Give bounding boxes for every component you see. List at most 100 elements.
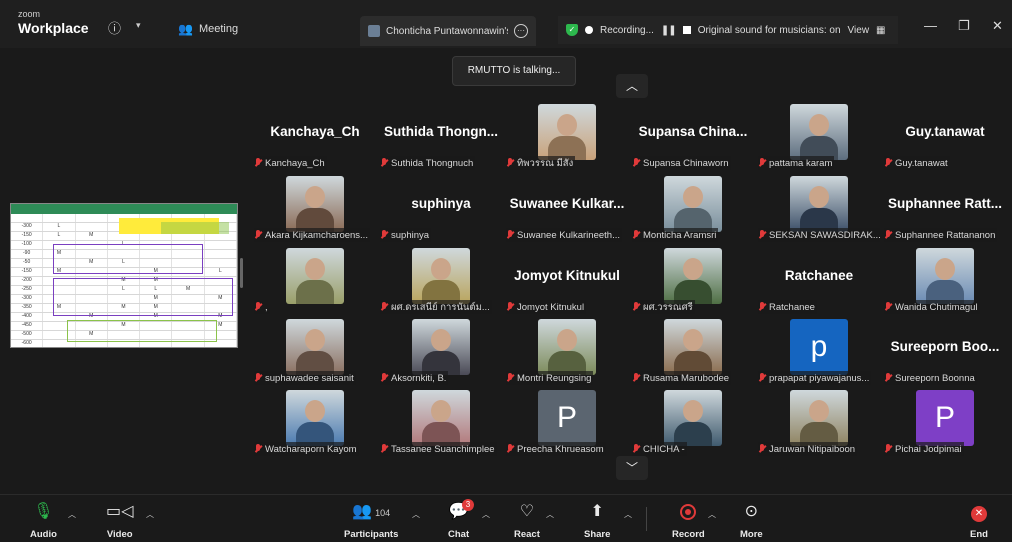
chevron-up-icon[interactable]: ︿ [412,509,420,520]
participant-tile[interactable]: Rusama Marubodee [632,319,754,385]
mic-muted-icon [884,373,892,383]
mic-muted-icon [254,373,262,383]
participant-video [286,176,344,232]
mic-muted-icon [254,158,262,168]
participant-tile[interactable]: ทิพวรรณ มีสัง [506,104,628,170]
chevron-up-icon[interactable]: ︿ [68,509,76,520]
participant-tile[interactable]: ผศ.ดรเสนีย์ การนันต์ม... [380,248,502,314]
chat-button[interactable]: 💬 3 Chat [448,499,474,540]
mic-muted-icon [758,373,766,383]
participant-name: , [265,301,268,313]
brand-small: zoom [18,9,41,19]
mic-muted-icon [884,158,892,168]
status-bar: ✓ Recording... ❚❚ Original sound for mus… [558,16,898,44]
participant-tile[interactable]: suphawadee saisanit [254,319,376,385]
shared-screen-thumbnail[interactable]: -300 L -150 L M -100 L -90 M -50 M L -150 M M L -200 M M -2… [10,203,238,348]
participant-tile[interactable]: Suthida Thongn... Suthida Thongnuch [380,104,502,170]
participant-tile[interactable]: Sureeporn Boo... Sureeporn Boonna [884,319,1006,385]
spreadsheet-cell: -400 [11,313,44,321]
chevron-up-icon[interactable]: ︿ [708,509,716,520]
participant-display-name: suphinya [411,196,471,211]
participant-tile[interactable]: Akara Kijkamcharoens... [254,176,376,242]
participant-tile[interactable]: Wanida Chutimagul [884,248,1006,314]
participant-tile[interactable]: Aksornkiti, B. [380,319,502,385]
spreadsheet-cell: -100 [11,241,44,249]
participant-tile[interactable]: Tassanee Suanchimplee [380,390,502,456]
heart-icon: ♡ [519,503,535,520]
chevron-up-icon[interactable]: ︿ [146,509,154,520]
meeting-toolbar: 🎙 Audio ︿ ▭◁ Video ︿ 👥 104 Participants ︿… [0,494,1012,542]
participant-tile[interactable]: Watcharaporn Kayom [254,390,376,456]
participant-video [916,248,974,304]
share-button[interactable]: ⬆ Share [584,501,610,540]
gallery-up-button[interactable]: ︿ [616,74,648,98]
participant-tile[interactable]: CHICHA - [632,390,754,456]
mic-muted-icon [758,302,766,312]
pause-icon[interactable]: ❚❚ [661,25,677,36]
participant-name-label: prapapat piyawajanus... [758,371,872,385]
participant-tile[interactable]: Suphannee Ratt... Suphannee Rattananon [884,176,1006,242]
participant-name-label: Suphannee Rattananon [884,228,998,242]
chevron-up-icon: ︿ [625,79,638,93]
video-button[interactable]: ▭◁ Video [106,501,133,540]
participant-name-label: CHICHA - [632,442,687,456]
participant-name-label: ผศ.ดรเสนีย์ การนันต์ม... [380,300,492,314]
zoom-logo: zoom Workplace [18,9,89,36]
mic-muted-icon [632,302,640,312]
spreadsheet-cell: -350 [11,304,44,312]
participant-tile[interactable]: Jaruwan Nitipaiboon [758,390,880,456]
participant-name-label: Sureeporn Boonna [884,371,977,385]
more-button[interactable]: ⊙ More [740,501,763,540]
participant-tile[interactable]: ผศ.วรรณศรี [632,248,754,314]
participant-tile[interactable]: Ratchanee Ratchanee [758,248,880,314]
more-options-icon[interactable]: ··· [514,24,528,38]
participant-tile[interactable]: suphinya suphinya [380,176,502,242]
close-icon[interactable]: ✕ [992,18,1003,34]
participant-tile[interactable]: p prapapat piyawajanus... [758,319,880,385]
info-icon[interactable]: ⓘ [108,18,121,37]
meeting-menu[interactable]: 👥 Meeting [178,22,238,36]
minimize-icon[interactable]: — [924,18,937,33]
gallery-down-button[interactable]: ﹀ [616,456,648,480]
chevron-down-icon[interactable]: ▾ [136,20,141,31]
participant-name-label: Jaruwan Nitipaiboon [758,442,858,456]
participant-tile[interactable]: Supansa China... Supansa Chinaworn [632,104,754,170]
record-button[interactable]: Record [672,501,705,540]
participant-tile[interactable]: , [254,248,376,314]
participants-button[interactable]: 👥 104 Participants [344,501,398,540]
chevron-up-icon[interactable]: ︿ [482,509,490,520]
view-button[interactable]: View [848,25,870,36]
participant-tile[interactable]: Kanchaya_Ch Kanchaya_Ch [254,104,376,170]
participant-tile[interactable]: Suwanee Kulkar... Suwanee Kulkarineeth... [506,176,628,242]
shield-icon[interactable]: ✓ [566,24,578,36]
screen-share-tab[interactable]: Chonticha Puntawonnawin's s ··· [360,16,536,46]
mic-muted-icon [758,158,766,168]
participant-name: Montri Reungsing [517,372,592,384]
chevron-up-icon[interactable]: ︿ [624,509,632,520]
stop-icon[interactable] [682,26,691,34]
grid-icon[interactable]: ▦ [876,25,885,36]
participant-tile[interactable]: P Pichai Jodpimai [884,390,1006,456]
participant-tile[interactable]: Guy.tanawat Guy.tanawat [884,104,1006,170]
participant-tile[interactable]: pattama karam [758,104,880,170]
end-button[interactable]: ✕ End [970,501,988,540]
audio-button[interactable]: 🎙 Audio [30,501,57,540]
participant-tile[interactable]: Montri Reungsing [506,319,628,385]
chevron-up-icon[interactable]: ︿ [546,509,554,520]
participant-tile[interactable]: Jomyot Kitnukul Jomyot Kitnukul [506,248,628,314]
spreadsheet-cell: -300 [11,295,44,303]
participant-tile[interactable]: Monticha Aramsri [632,176,754,242]
share-label: Share [584,529,611,540]
restore-icon[interactable]: ❐ [958,18,970,34]
participant-name-label: ผศ.วรรณศรี [632,300,695,314]
react-button[interactable]: ♡ React [514,501,540,540]
participant-tile[interactable]: SEKSAN SAWASDIRAK... [758,176,880,242]
resize-handle[interactable] [240,258,243,288]
participant-tile[interactable]: P Preecha Khrueasom [506,390,628,456]
participant-name: Akara Kijkamcharoens... [265,229,368,241]
avatar [683,400,703,422]
participant-name: ผศ.วรรณศรี [643,301,693,313]
participant-display-name: Suthida Thongn... [384,124,498,139]
meeting-label: Meeting [198,23,239,35]
original-sound-label[interactable]: Original sound for musicians: on [698,25,841,36]
